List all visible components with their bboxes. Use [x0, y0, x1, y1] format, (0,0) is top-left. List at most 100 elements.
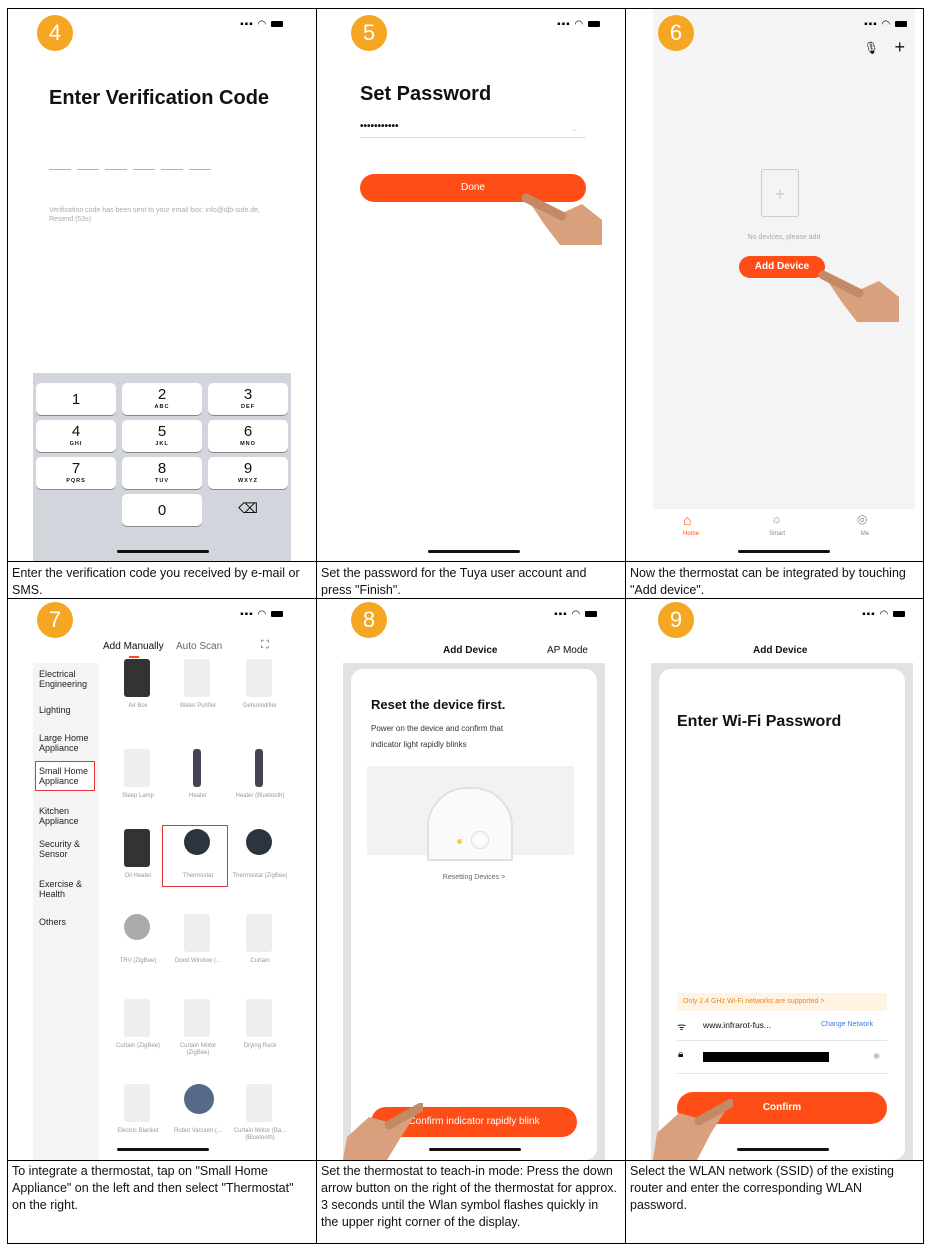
device-image: [193, 749, 201, 787]
device-image: [255, 749, 263, 787]
page-title: Enter Verification Code: [49, 87, 270, 109]
add-icon[interactable]: +: [894, 37, 905, 58]
key-digit: 6: [243, 423, 253, 440]
ssid-label: www.infrarot-fus...: [703, 1020, 772, 1030]
step-8-caption: Set the thermostat to teach-in mode: Pre…: [321, 1164, 617, 1229]
key-digit: 4: [71, 423, 81, 440]
home-indicator: [738, 550, 830, 553]
device-image: [124, 829, 150, 867]
key-digit: 7: [71, 460, 81, 477]
home-indicator: [737, 1148, 829, 1151]
resetting-devices-link[interactable]: Resetting Devices >: [343, 874, 605, 881]
ap-mode-link[interactable]: AP Mode: [547, 645, 588, 656]
screen-set-password: ▪▪▪ ◠ Set Password ••••••••••• ⌣ Done: [338, 9, 608, 561]
screen-add-manually: ▪▪▪ ◠ Add Manually Auto Scan ⛶ Electrica…: [33, 599, 291, 1160]
device-item-label[interactable]: Dood Window (...: [168, 958, 228, 965]
category-item[interactable]: Electrical Engineering: [39, 669, 99, 689]
key-digit: 3: [243, 386, 253, 403]
key-letters: WXYZ: [238, 478, 258, 484]
category-item[interactable]: Lighting: [39, 705, 99, 715]
category-item[interactable]: Security & Sensor: [39, 839, 99, 859]
device-item-label[interactable]: Curtain Motor (ZigBee): [168, 1043, 228, 1057]
delete-key-icon[interactable]: ⌫: [208, 500, 288, 517]
tab-add-manually[interactable]: Add Manually: [103, 641, 164, 652]
device-image: [124, 1084, 150, 1122]
status-bar: ▪▪▪ ◠: [862, 609, 905, 620]
keypad-key-3[interactable]: 3 DEF: [208, 383, 288, 415]
home-indicator: [429, 1148, 521, 1151]
device-item-label[interactable]: TRV (ZigBee): [108, 958, 168, 965]
password-field[interactable]: •••••••••••: [360, 121, 399, 132]
thermostat-selection-highlight[interactable]: [162, 825, 228, 887]
device-item-label[interactable]: Curtain Motor (Ba... (Bluetooth): [230, 1128, 290, 1142]
tab-home[interactable]: Home: [671, 531, 711, 537]
device-item-label[interactable]: Curtain (ZigBee): [108, 1043, 168, 1050]
sun-icon[interactable]: ☼: [771, 512, 782, 526]
device-image: [124, 999, 150, 1037]
status-bar: ▪▪▪ ◠: [554, 609, 597, 620]
device-item-label[interactable]: Dehumidifier: [230, 703, 290, 710]
device-item-label[interactable]: Sleep Lamp: [108, 793, 168, 800]
keypad-key-9[interactable]: 9 WXYZ: [208, 457, 288, 489]
scan-icon[interactable]: ⛶: [261, 639, 269, 652]
eye-icon[interactable]: ◉: [873, 1051, 880, 1060]
device-image: [246, 1084, 272, 1122]
card-title: Reset the device first.: [371, 697, 506, 712]
category-item[interactable]: Exercise & Health: [39, 879, 99, 899]
key-digit: 1: [71, 391, 81, 408]
add-device-button[interactable]: Add Device: [739, 256, 825, 278]
device-image: [246, 914, 272, 952]
device-item-label[interactable]: Oil Heater: [108, 873, 168, 880]
category-item-selected[interactable]: Small Home Appliance: [35, 761, 95, 791]
keypad-key-7[interactable]: 7 PQRS: [36, 457, 116, 489]
category-item[interactable]: Large Home Appliance: [39, 733, 99, 753]
tab-auto-scan[interactable]: Auto Scan: [176, 641, 222, 652]
keypad-key-2[interactable]: 2 ABC: [122, 383, 202, 415]
keypad-key-4[interactable]: 4 GHI: [36, 420, 116, 452]
home-icon[interactable]: ⌂: [683, 512, 691, 528]
code-input[interactable]: [49, 169, 214, 170]
key-digit: 0: [157, 502, 167, 519]
empty-device-icon: +: [761, 169, 799, 217]
step-number-badge: 4: [37, 15, 73, 51]
step-number-badge: 7: [37, 602, 73, 638]
status-bar: ▪▪▪ ◠: [864, 19, 907, 30]
keypad-key-0[interactable]: 0: [122, 494, 202, 526]
step-4-caption: Enter the verification code you received…: [12, 566, 300, 597]
device-item-label[interactable]: Robot Vacuum (...: [168, 1128, 228, 1135]
device-item-label[interactable]: Drying Rack: [230, 1043, 290, 1050]
category-item[interactable]: Others: [39, 917, 99, 927]
device-item-label[interactable]: Thermostat (ZigBee): [230, 873, 290, 880]
frequency-notice[interactable]: Only 2.4 GHz Wi-Fi networks are supporte…: [677, 993, 887, 1011]
device-item-label[interactable]: Air Box: [108, 703, 168, 710]
power-icon: [471, 831, 489, 849]
microphone-icon[interactable]: 🎙: [864, 41, 879, 55]
home-indicator: [428, 550, 520, 553]
category-item[interactable]: Kitchen Appliance: [39, 806, 99, 826]
keypad-key-5[interactable]: 5 JKL: [122, 420, 202, 452]
profile-icon[interactable]: ◎: [857, 512, 867, 526]
device-item-label[interactable]: Heater: [168, 793, 228, 800]
tab-me[interactable]: Me: [845, 531, 885, 537]
step-5-caption: Set the password for the Tuya user accou…: [321, 566, 587, 597]
device-item-label[interactable]: Electric Blanket: [108, 1128, 168, 1135]
keypad-key-6[interactable]: 6 MNO: [208, 420, 288, 452]
device-item-label[interactable]: Curtain: [230, 958, 290, 965]
password-field[interactable]: [703, 1052, 829, 1062]
device-image: [246, 659, 272, 697]
verification-text: Verification code has been sent to your …: [49, 207, 261, 223]
column-divider: [625, 9, 626, 1243]
tab-smart[interactable]: Smart: [757, 531, 797, 537]
column-divider: [316, 9, 317, 1243]
change-network-link[interactable]: Change Network: [821, 1021, 873, 1028]
step-number-badge: 9: [658, 602, 694, 638]
hand-pointer-icon: [343, 1103, 423, 1160]
device-image: [124, 914, 150, 940]
keypad-key-1[interactable]: 1: [36, 383, 116, 415]
screen-reset-device: ▪▪▪ ◠ Add Device AP Mode Reset the devic…: [343, 599, 605, 1160]
keypad-key-8[interactable]: 8 TUV: [122, 457, 202, 489]
eye-icon[interactable]: ⌣: [572, 125, 577, 135]
key-digit: 5: [157, 423, 167, 440]
device-item-label[interactable]: Water Purifier: [168, 703, 228, 710]
device-item-label[interactable]: Heater (Bluetooth): [230, 793, 290, 800]
